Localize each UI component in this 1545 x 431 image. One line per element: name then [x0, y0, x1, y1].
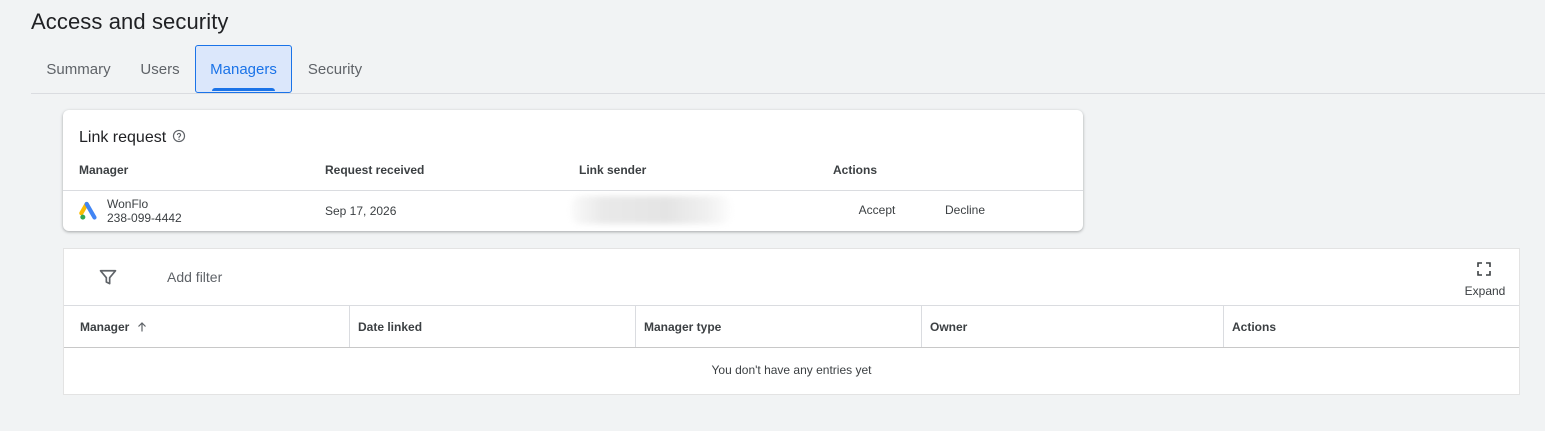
- link-request-title-row: Link request: [79, 129, 186, 147]
- link-sender-redacted: [571, 196, 731, 224]
- tab-summary-label: Summary: [46, 60, 111, 78]
- col-header-actions: Actions: [833, 163, 878, 177]
- col-header-manager: Manager: [79, 163, 129, 177]
- accept-button[interactable]: Accept: [847, 196, 907, 224]
- col-header-request-received: Request received: [325, 163, 425, 177]
- fullscreen-icon: [1477, 262, 1491, 276]
- managers-table-panel: Add filter Expand Manager Date linked Ma…: [63, 248, 1520, 395]
- column-header-manager[interactable]: Manager: [64, 306, 350, 347]
- manager-customer-id: 238-099-4442: [107, 211, 182, 225]
- google-ads-logo-icon: [79, 201, 97, 220]
- column-header-date-linked[interactable]: Date linked: [350, 306, 636, 347]
- manager-name: WonFlo: [107, 197, 149, 211]
- tab-users-label: Users: [140, 60, 180, 78]
- access-and-security-page: Access and security Summary Users Manage…: [0, 0, 1545, 431]
- active-tab-indicator: [212, 88, 275, 91]
- column-header-manager-label: Manager: [80, 319, 130, 334]
- decline-button[interactable]: Decline: [935, 196, 995, 224]
- link-request-title: Link request: [79, 129, 167, 146]
- card-divider: [63, 190, 1083, 191]
- tab-managers[interactable]: Managers: [195, 45, 292, 93]
- col-header-link-sender: Link sender: [579, 163, 647, 177]
- tab-summary[interactable]: Summary: [31, 45, 126, 93]
- request-received-date: Sep 17, 2026: [325, 204, 397, 218]
- link-request-card: Link request Manager Request received Li…: [63, 110, 1083, 231]
- empty-state-message: You don't have any entries yet: [711, 363, 872, 377]
- arrow-up-icon: [138, 321, 147, 331]
- column-header-actions: Actions: [1232, 319, 1277, 334]
- help-circle-icon[interactable]: [172, 129, 186, 143]
- tab-security-label: Security: [307, 60, 363, 78]
- expand-button[interactable]: Expand: [1461, 259, 1509, 299]
- column-header-owner[interactable]: Owner: [922, 306, 1224, 347]
- tab-managers-label: Managers: [210, 60, 277, 78]
- table-header-row: Manager Date linked Manager type Owner A…: [64, 305, 1519, 348]
- funnel-icon[interactable]: [98, 267, 118, 287]
- expand-label: Expand: [1464, 284, 1506, 298]
- add-filter-button[interactable]: Add filter: [167, 269, 222, 285]
- page-title: Access and security: [31, 9, 229, 34]
- column-header-manager-type[interactable]: Manager type: [636, 306, 922, 347]
- tab-security[interactable]: Security: [295, 45, 375, 93]
- tab-bar: Summary Users Managers Security: [31, 45, 1545, 94]
- tab-users[interactable]: Users: [129, 45, 191, 93]
